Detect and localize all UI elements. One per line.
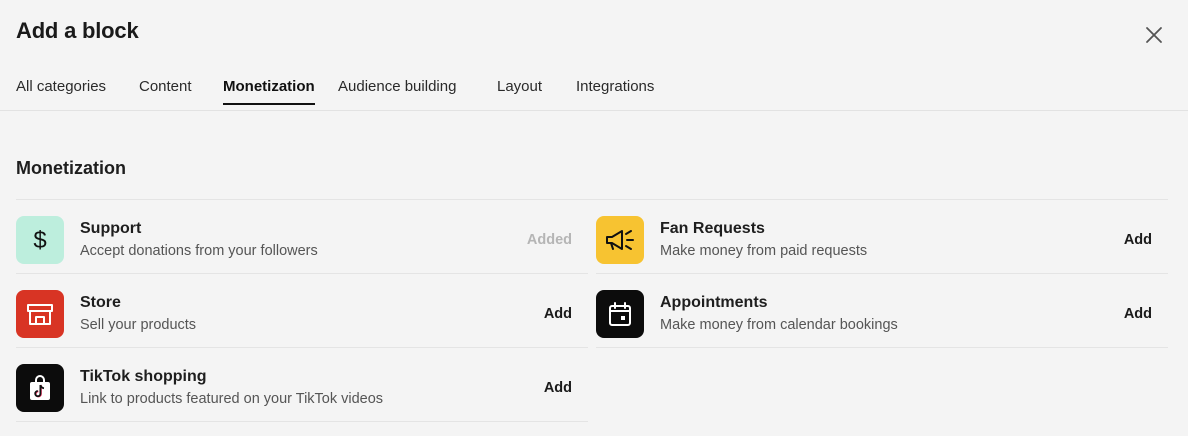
tab-all-categories[interactable]: All categories xyxy=(16,78,106,105)
block-description: Sell your products xyxy=(80,317,197,333)
tab-monetization[interactable]: Monetization xyxy=(223,78,315,105)
add-button[interactable]: Add xyxy=(544,306,572,322)
svg-text:$: $ xyxy=(33,227,46,254)
block-name: Support xyxy=(80,220,142,237)
block-description: Link to products featured on your TikTok… xyxy=(80,391,384,407)
block-row-tiktok-shopping[interactable]: TikTok shopping Link to products feature… xyxy=(16,348,588,422)
block-name: TikTok shopping xyxy=(80,368,207,385)
block-row-fan-requests[interactable]: Fan Requests Make money from paid reques… xyxy=(596,200,1168,274)
tab-layout[interactable]: Layout xyxy=(497,78,542,105)
tab-integrations[interactable]: Integrations xyxy=(576,78,654,105)
dialog-title: Add a block xyxy=(16,18,139,43)
tab-content[interactable]: Content xyxy=(139,78,192,105)
dialog-header: Add a block xyxy=(16,18,139,44)
block-row-support[interactable]: $ Support Accept donations from your fol… xyxy=(16,200,588,274)
added-label: Added xyxy=(526,232,572,248)
block-row-appointments[interactable]: Appointments Make money from calendar bo… xyxy=(596,274,1168,348)
block-name: Appointments xyxy=(660,294,768,311)
section-title: Monetization xyxy=(16,158,126,178)
block-name: Store xyxy=(80,294,121,311)
dollar-icon: $ xyxy=(16,216,64,264)
tab-audience-building[interactable]: Audience building xyxy=(338,78,456,105)
block-description: Accept donations from your followers xyxy=(80,243,318,259)
tiktok-bag-icon xyxy=(16,364,64,412)
add-button[interactable]: Add xyxy=(544,380,572,396)
add-button[interactable]: Add xyxy=(1124,306,1152,322)
close-button[interactable] xyxy=(1143,24,1165,46)
block-row-store[interactable]: Store Sell your products Add xyxy=(16,274,588,348)
category-tabs: All categories Content Monetization Audi… xyxy=(0,66,1188,111)
megaphone-icon xyxy=(596,216,644,264)
close-icon xyxy=(1146,27,1162,43)
add-button[interactable]: Add xyxy=(1124,232,1152,248)
block-description: Make money from calendar bookings xyxy=(660,317,898,333)
storefront-icon xyxy=(16,290,64,338)
block-name: Fan Requests xyxy=(660,220,765,237)
block-description: Make money from paid requests xyxy=(660,243,868,259)
calendar-icon xyxy=(596,290,644,338)
